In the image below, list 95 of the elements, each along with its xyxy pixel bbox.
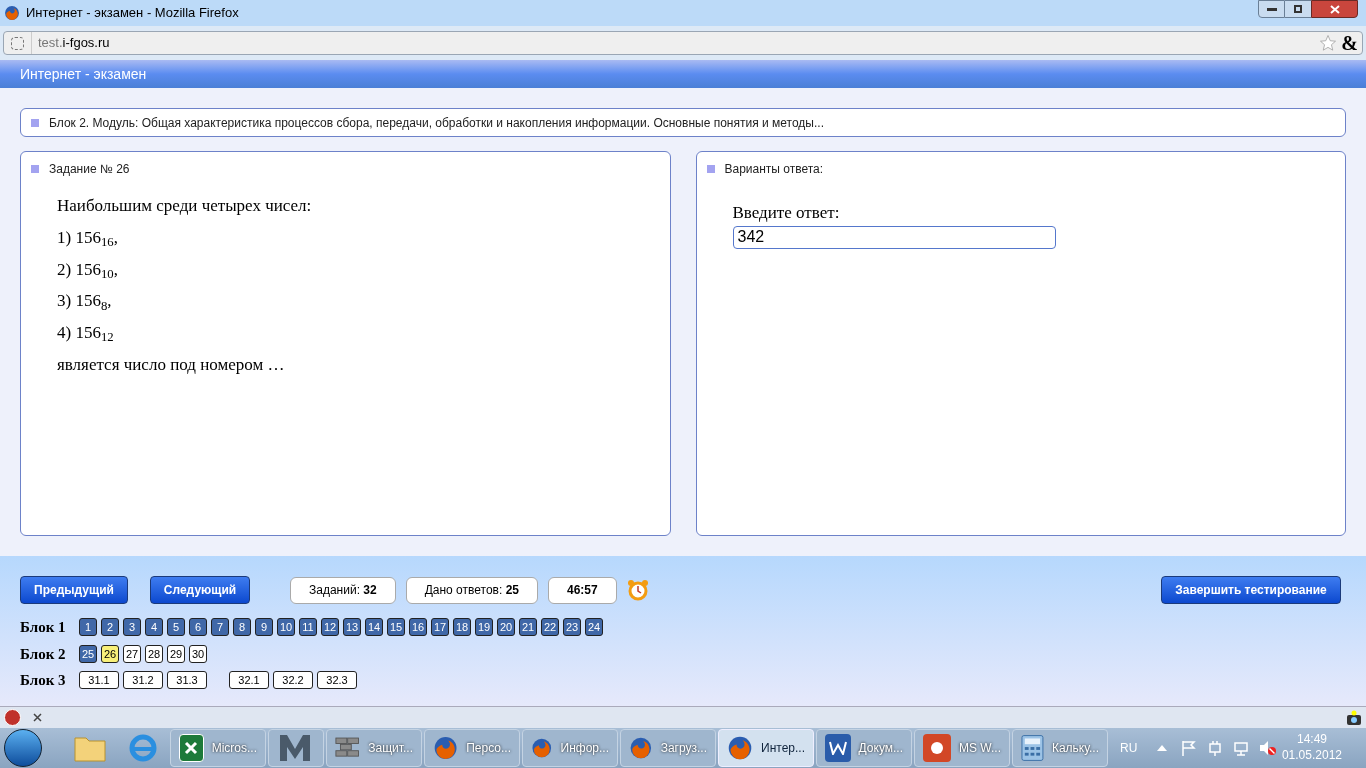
question-number-button[interactable]: 5 (167, 618, 185, 637)
url-text: test.i-fgos.ru (38, 34, 110, 53)
question-text: 3) 156$_{8}$, (57, 290, 113, 314)
question-number-button[interactable]: 32.3 (317, 671, 357, 690)
answer-prompt: Введите ответ: (732, 202, 841, 224)
question-number-button[interactable]: 3 (123, 618, 141, 637)
taskbar-label: Загруз... (660, 740, 707, 757)
question-text: является число под номером … (57, 354, 286, 376)
question-number-button[interactable]: 15 (387, 618, 405, 637)
page-icon (11, 36, 24, 50)
question-number-button[interactable]: 2 (101, 618, 119, 637)
taskbar-label: MS W... (959, 740, 1001, 757)
question-number-button[interactable]: 8 (233, 618, 251, 637)
question-text: 4) 156$_{12}$ (57, 322, 115, 345)
taskbar-button[interactable] (268, 729, 324, 767)
question-number-button[interactable]: 6 (189, 618, 207, 637)
block-label: Блок 1 (20, 618, 67, 637)
browser-icon (4, 5, 20, 21)
camera-icon[interactable] (1346, 709, 1362, 726)
question-number-button[interactable]: 4 (145, 618, 163, 637)
window-title: Интернет - экзамен - Mozilla Firefox (26, 4, 239, 23)
bullet-icon (706, 165, 715, 173)
question-number-button[interactable]: 31.3 (167, 671, 207, 690)
question-number-button[interactable]: 9 (255, 618, 273, 637)
question-number-button[interactable]: 27 (123, 644, 141, 663)
start-button[interactable] (4, 729, 42, 767)
close-icon (1329, 4, 1340, 14)
spreadsheet-icon (179, 734, 204, 762)
adblock-icon[interactable] (4, 709, 21, 726)
bullet-icon (31, 118, 39, 127)
addon-button[interactable]: & (1341, 33, 1358, 53)
question-text: 1) 156$_{16}$, (57, 226, 119, 250)
question-text: 2) 156$_{10}$, (57, 258, 119, 282)
question-number-button[interactable]: 26 (101, 644, 119, 663)
block-label: Блок 3 (20, 671, 67, 690)
question-number-button[interactable]: 19 (475, 618, 493, 637)
question-number-button[interactable]: 29 (167, 644, 185, 663)
question-number-button[interactable]: 11 (299, 618, 317, 637)
alarm-clock-icon (626, 579, 649, 601)
question-number-button[interactable]: 14 (365, 618, 383, 637)
bullet-icon (31, 165, 39, 173)
address-field[interactable]: test.i-fgos.ru & (3, 31, 1363, 55)
taskbar-label: Кальку... (1051, 740, 1099, 757)
question-number-button[interactable]: 18 (453, 618, 471, 637)
question-number-button[interactable]: 22 (541, 618, 559, 637)
answer-title: Варианты ответа: (724, 161, 824, 178)
question-text: Наибольшим среди четырех чисел: (57, 195, 313, 217)
taskbar-label: Докум... (858, 740, 903, 757)
question-number-button[interactable]: 32.2 (273, 671, 313, 690)
stat-badge: 46:57 (548, 576, 617, 604)
question-number-button[interactable]: 32.1 (229, 671, 269, 690)
taskbar-label: Micros... (211, 740, 257, 757)
question-number-button[interactable]: 13 (343, 618, 361, 637)
question-number-button[interactable]: 24 (585, 618, 603, 637)
question-number-button[interactable]: 21 (519, 618, 537, 637)
close-button[interactable] (1311, 0, 1358, 18)
question-number-button[interactable]: 30 (189, 644, 207, 663)
stat-badge: Заданий: 32 (290, 576, 396, 604)
question-number-button[interactable]: 1 (79, 618, 97, 637)
site-title: Интернет - экзамен (20, 64, 147, 84)
restore-button[interactable] (1285, 0, 1311, 18)
taskbar-label: Интер... (761, 740, 805, 757)
question-number-button[interactable]: 28 (145, 644, 163, 663)
taskbar-label: Инфор... (560, 740, 609, 757)
document-icon (825, 734, 851, 762)
finish-button[interactable]: Завершить тестирование (1161, 576, 1341, 604)
question-number-button[interactable]: 31.1 (79, 671, 119, 690)
restore-icon (1294, 5, 1302, 13)
taskbar-button[interactable]: Интер... (718, 729, 814, 767)
task-title: Задание № 26 (49, 161, 130, 178)
muted-speaker-icon[interactable] (1259, 740, 1278, 756)
stat-badge: Дано ответов: 25 (405, 576, 538, 604)
answer-field[interactable]: 342 (732, 225, 1056, 249)
question-number-button[interactable]: 7 (211, 618, 229, 637)
block-title: Блок 2. Модуль: Общая характеристика процессов сбора, передачи, обработки и накопления информации. Основные понятия и методы... (49, 114, 824, 132)
question-number-button[interactable]: 10 (277, 618, 295, 637)
star-icon[interactable] (1319, 34, 1338, 52)
question-number-button[interactable]: 25 (79, 644, 97, 663)
question-number-button[interactable]: 31.2 (123, 671, 163, 690)
letter-icon (277, 732, 313, 764)
next-button[interactable]: Следующий (150, 576, 250, 604)
taskbar-label: Защит... (368, 740, 413, 757)
minimize-button[interactable] (1258, 0, 1285, 18)
question-number-button[interactable]: 17 (431, 618, 449, 637)
block-label: Блок 2 (20, 644, 67, 664)
previous-button[interactable]: Предыдущий (20, 576, 128, 604)
presentation-icon (923, 734, 951, 762)
question-number-button[interactable]: 16 (409, 618, 427, 637)
minimize-icon (1266, 7, 1277, 11)
question-number-button[interactable]: 20 (497, 618, 515, 637)
calculator-icon (1021, 734, 1044, 762)
close-icon[interactable] (33, 713, 42, 722)
question-number-button[interactable]: 23 (563, 618, 581, 637)
question-number-button[interactable]: 12 (321, 618, 339, 637)
taskbar-label: Персо... (466, 740, 511, 757)
